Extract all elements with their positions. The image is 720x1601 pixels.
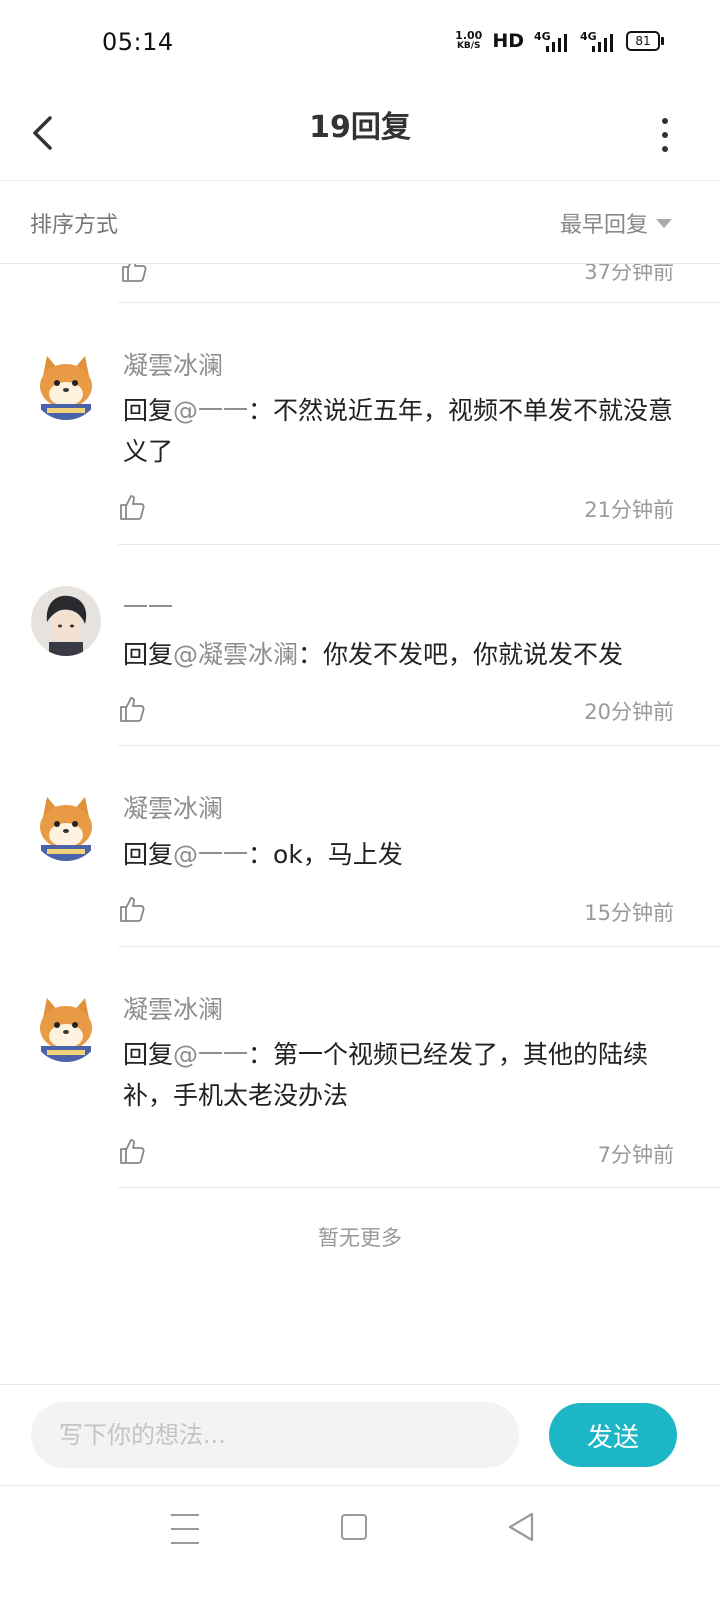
divider: [118, 302, 720, 303]
mention-link[interactable]: @一一: [173, 840, 248, 869]
status-icons: 1.00 KB/S HD 4G 4G 81: [455, 29, 664, 52]
divider: [118, 1187, 720, 1188]
menu-icon[interactable]: [171, 1514, 199, 1544]
shiba-avatar-icon: [31, 992, 101, 1062]
avatar[interactable]: [31, 992, 101, 1062]
divider: [118, 745, 720, 746]
avatar[interactable]: [31, 350, 101, 420]
boy-avatar-icon: [31, 586, 101, 656]
reply-input-bar: 发送: [0, 1384, 720, 1485]
comment-time: 20分钟前: [584, 700, 674, 724]
like-icon[interactable]: [120, 264, 150, 284]
sort-bar: 排序方式 最早回复: [0, 181, 720, 264]
no-more-text: 暂无更多: [318, 1226, 402, 1250]
send-button[interactable]: 发送: [549, 1403, 677, 1467]
battery-icon: 81: [626, 31, 664, 51]
divider: [118, 946, 720, 947]
caret-down-icon: [656, 218, 672, 228]
like-icon[interactable]: [118, 694, 148, 724]
comment-username[interactable]: 凝雲冰澜: [123, 789, 223, 825]
status-bar: 05:14 1.00 KB/S HD 4G 4G 81: [0, 0, 720, 90]
comment-text: 回复@一一：第一个视频已经发了，其他的陆续补，手机太老没办法: [123, 1040, 649, 1110]
divider: [118, 544, 720, 545]
signal-icon-sim1: 4G: [534, 30, 570, 52]
like-icon[interactable]: [118, 492, 148, 522]
comment-time: 7分钟前: [597, 1143, 674, 1167]
avatar[interactable]: [31, 586, 101, 656]
comment-text: 回复@一一：ok，马上发: [123, 840, 403, 869]
home-icon[interactable]: [341, 1514, 367, 1540]
system-nav-bar: [0, 1485, 720, 1601]
mention-link[interactable]: @一一: [173, 1040, 248, 1069]
status-time: 05:14: [102, 28, 174, 56]
mention-link[interactable]: @一一: [173, 396, 248, 425]
list-item-partial: 37分钟前: [0, 264, 720, 304]
comment-time: 21分钟前: [584, 498, 674, 522]
like-icon[interactable]: [118, 1136, 148, 1166]
comment-text: 回复@一一：不然说近五年，视频不单发不就没意义了: [123, 396, 674, 466]
net-speed: 1.00 KB/S: [455, 29, 483, 51]
comment-text: 回复@凝雲冰澜：你发不发吧，你就说发不发: [123, 640, 624, 669]
signal-icon-sim2: 4G: [580, 30, 616, 52]
sort-selected-value: 最早回复: [559, 213, 648, 238]
sort-label: 排序方式: [30, 213, 119, 238]
comment-time: 37分钟前: [584, 264, 674, 284]
shiba-avatar-icon: [31, 350, 101, 420]
shiba-avatar-icon: [31, 791, 101, 861]
like-icon[interactable]: [118, 894, 148, 924]
reply-input[interactable]: [31, 1402, 519, 1468]
avatar[interactable]: [31, 791, 101, 861]
hd-icon: HD: [492, 30, 524, 52]
back-triangle-icon[interactable]: [506, 1510, 536, 1544]
comment-username[interactable]: 凝雲冰澜: [123, 346, 223, 382]
sort-dropdown[interactable]: 最早回复: [560, 207, 672, 239]
comment-username[interactable]: 一一: [123, 588, 173, 624]
comment-username[interactable]: 凝雲冰澜: [123, 990, 223, 1026]
page-title: 19回复: [309, 110, 411, 145]
mention-link[interactable]: @凝雲冰澜: [173, 640, 298, 669]
comment-time: 15分钟前: [584, 901, 674, 925]
comment-list[interactable]: 37分钟前 凝雲冰澜 回复@一一：不然说近五年，视频不单发不就没意义了 21分钟…: [0, 264, 720, 1384]
